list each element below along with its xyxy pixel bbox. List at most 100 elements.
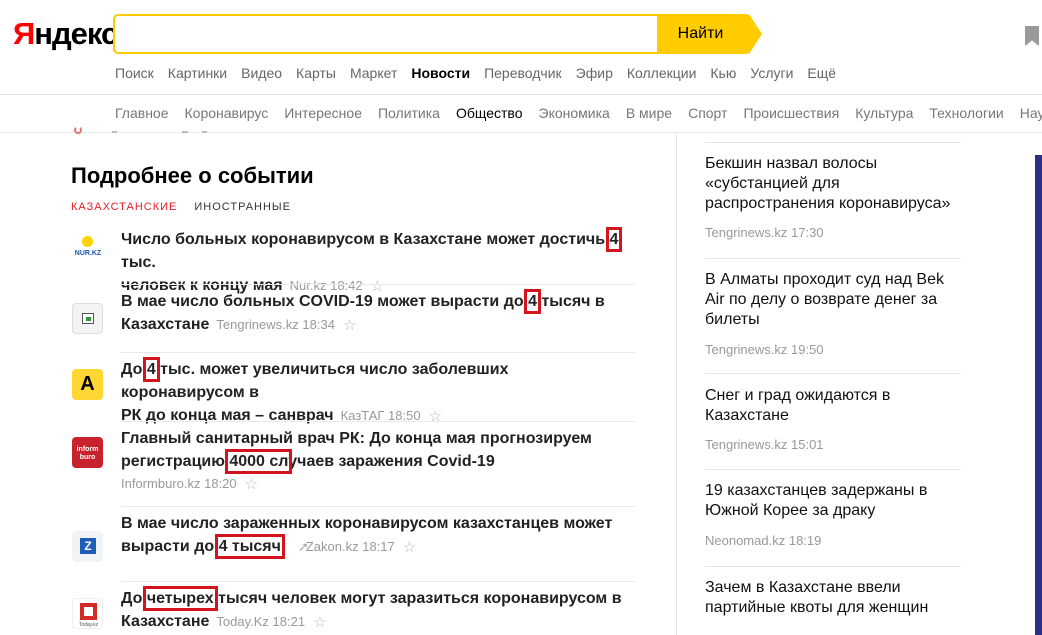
news-time: 18:34	[302, 317, 335, 332]
news-time: 18:21	[272, 614, 306, 629]
news-source[interactable]: Today.Kz	[216, 614, 269, 629]
news-meta: Informburo.kz 18:20 ☆	[121, 476, 258, 494]
news-headline[interactable]: Число больных коронавирусом в Казахстане…	[121, 227, 635, 298]
rubric-link[interactable]: Спорт	[688, 104, 727, 122]
zakon-source-logo[interactable]: Z	[72, 531, 103, 562]
service-link[interactable]: Маркет	[350, 64, 397, 82]
side-news-title[interactable]: В Алматы проходит суд над Bek Air по дел…	[705, 270, 961, 330]
star-icon[interactable]: ☆	[245, 476, 258, 494]
search-input[interactable]	[113, 14, 659, 54]
star-icon[interactable]: ☆	[403, 536, 416, 559]
rubric-link[interactable]: Главное	[115, 104, 169, 122]
side-news-title[interactable]: Снег и град ожидаются в Казахстане	[705, 386, 961, 426]
tengri-source-logo[interactable]	[72, 303, 103, 334]
side-news-time: 17:30	[791, 225, 824, 240]
news-meta-line: Informburo.kz 18:20 ☆	[121, 475, 258, 494]
kaztag-source-logo[interactable]: A	[72, 369, 103, 400]
news-meta: ➚Zakon.kz 18:17 ☆	[288, 539, 416, 556]
rubric-link[interactable]: Коронавирус	[185, 104, 269, 122]
star-icon[interactable]: ☆	[429, 405, 442, 428]
star-icon[interactable]: ☆	[343, 314, 356, 337]
news-headline[interactable]: Главный санитарный врач РК: До конца мая…	[121, 427, 592, 474]
rubric-link[interactable]: Нау	[1020, 104, 1042, 122]
star-icon[interactable]: ☆	[313, 611, 326, 634]
rubrics-nav: Главное Коронавирус Интересное Политика Обще…	[115, 104, 1042, 122]
service-link[interactable]: Услуги	[750, 64, 793, 82]
service-link[interactable]: Коллекции	[627, 64, 697, 82]
zakon-z-icon: Z	[80, 538, 96, 554]
news-separator	[121, 581, 635, 582]
side-separator	[705, 469, 961, 470]
service-link[interactable]: Карты	[296, 64, 336, 82]
headline-text: тысяч в	[537, 293, 605, 310]
news-time: 18:17	[362, 539, 395, 554]
highlighted-number: 4 тысяч	[214, 534, 285, 559]
service-link[interactable]: Эфир	[576, 64, 613, 82]
news-separator	[121, 352, 635, 353]
news-headline[interactable]: В мае число больных COVID-19 может вырас…	[121, 289, 605, 337]
today-source-logo[interactable]: Today.kz	[72, 598, 103, 629]
headline-text: регистрацию	[121, 453, 230, 470]
nur-source-logo[interactable]: NUR.KZ	[72, 233, 103, 264]
headline-text: В мае число больных COVID-19 может вырас…	[121, 293, 529, 310]
rubric-link[interactable]: Интересное	[284, 104, 362, 122]
news-source[interactable]: Tengrinews.kz	[216, 317, 298, 332]
headline-text: Казахстане	[121, 316, 210, 333]
side-news-source[interactable]: Neonomad.kz	[705, 533, 785, 548]
side-news-title[interactable]: Бекшин назвал волосы «субстанцией для ра…	[705, 154, 961, 214]
logo-text: inform buro	[76, 446, 99, 461]
side-news-source[interactable]: Tengrinews.kz	[705, 437, 787, 452]
rubric-link[interactable]: Происшествия	[743, 104, 839, 122]
service-link[interactable]: Кью	[710, 64, 736, 82]
side-news-title[interactable]: Зачем в Казахстане ввели партийные квоты…	[705, 578, 961, 618]
headline-text: учаев заражения Covid-19	[288, 453, 495, 470]
highlighted-number: 4000 сл	[225, 449, 293, 474]
rubric-link[interactable]: Общество	[456, 104, 523, 122]
search-button-arrow[interactable]	[749, 14, 762, 54]
news-meta: Tengrinews.kz 18:34 ☆	[216, 317, 356, 334]
today-square-icon	[80, 603, 97, 620]
side-news-source[interactable]: Tengrinews.kz	[705, 342, 787, 357]
yandex-logo[interactable]: Яндекс	[13, 14, 118, 54]
news-source[interactable]: Zakon.kz	[306, 539, 359, 554]
rubric-link[interactable]: Культура	[855, 104, 913, 122]
service-link[interactable]: Новости	[411, 64, 470, 82]
side-news-meta: Tengrinews.kz 19:50	[705, 342, 824, 358]
news-headline[interactable]: До 4 тыс. может увеличиться число заболе…	[121, 357, 635, 428]
side-news-title[interactable]: 19 казахстанцев задержаны в Южной Корее …	[705, 481, 961, 521]
news-separator	[121, 506, 635, 507]
rubric-link[interactable]: В мире	[626, 104, 672, 122]
headline-text: До	[121, 590, 147, 607]
service-link[interactable]: Поиск	[115, 64, 154, 82]
rubric-link[interactable]: Экономика	[539, 104, 610, 122]
side-news-source[interactable]: Tengrinews.kz	[705, 225, 787, 240]
rubric-link[interactable]: Политика	[378, 104, 440, 122]
headline-text: В мае число зараженных коронавирусом каз…	[121, 515, 613, 532]
informburo-source-logo[interactable]: inform buro	[72, 437, 103, 468]
previous-item-peek-text	[112, 131, 232, 133]
logo-text: Today.kz	[78, 622, 99, 628]
side-news-time: 18:19	[788, 533, 822, 548]
sun-icon	[82, 236, 93, 247]
bookmark-icon[interactable]	[1025, 26, 1039, 46]
side-separator	[705, 142, 961, 143]
kaztag-a-icon: A	[80, 373, 95, 395]
service-link[interactable]: Картинки	[168, 64, 227, 82]
search-button[interactable]: Найти	[657, 14, 750, 54]
tab-kazakhstan[interactable]: Казахстанские	[71, 200, 177, 214]
news-source[interactable]: Informburo.kz	[121, 476, 200, 491]
service-link[interactable]: Ещё	[807, 64, 836, 82]
side-news-meta: Neonomad.kz 18:19	[705, 533, 821, 549]
news-headline[interactable]: До четырех тысяч человек могут заразитьс…	[121, 586, 622, 634]
service-link[interactable]: Переводчик	[484, 64, 562, 82]
headline-text: Число больных коронавирусом в Казахстане…	[121, 231, 610, 248]
news-headline[interactable]: В мае число зараженных коронавирусом каз…	[121, 512, 612, 559]
news-separator	[121, 421, 635, 422]
rubric-link[interactable]: Технологии	[929, 104, 1003, 122]
service-link[interactable]: Видео	[241, 64, 282, 82]
news-meta: Today.Kz 18:21 ☆	[216, 614, 326, 631]
highlighted-number: 4	[524, 289, 541, 314]
highlighted-number: 4	[605, 227, 623, 252]
headline-text: До	[121, 361, 147, 378]
tab-foreign[interactable]: Иностранные	[194, 200, 291, 214]
